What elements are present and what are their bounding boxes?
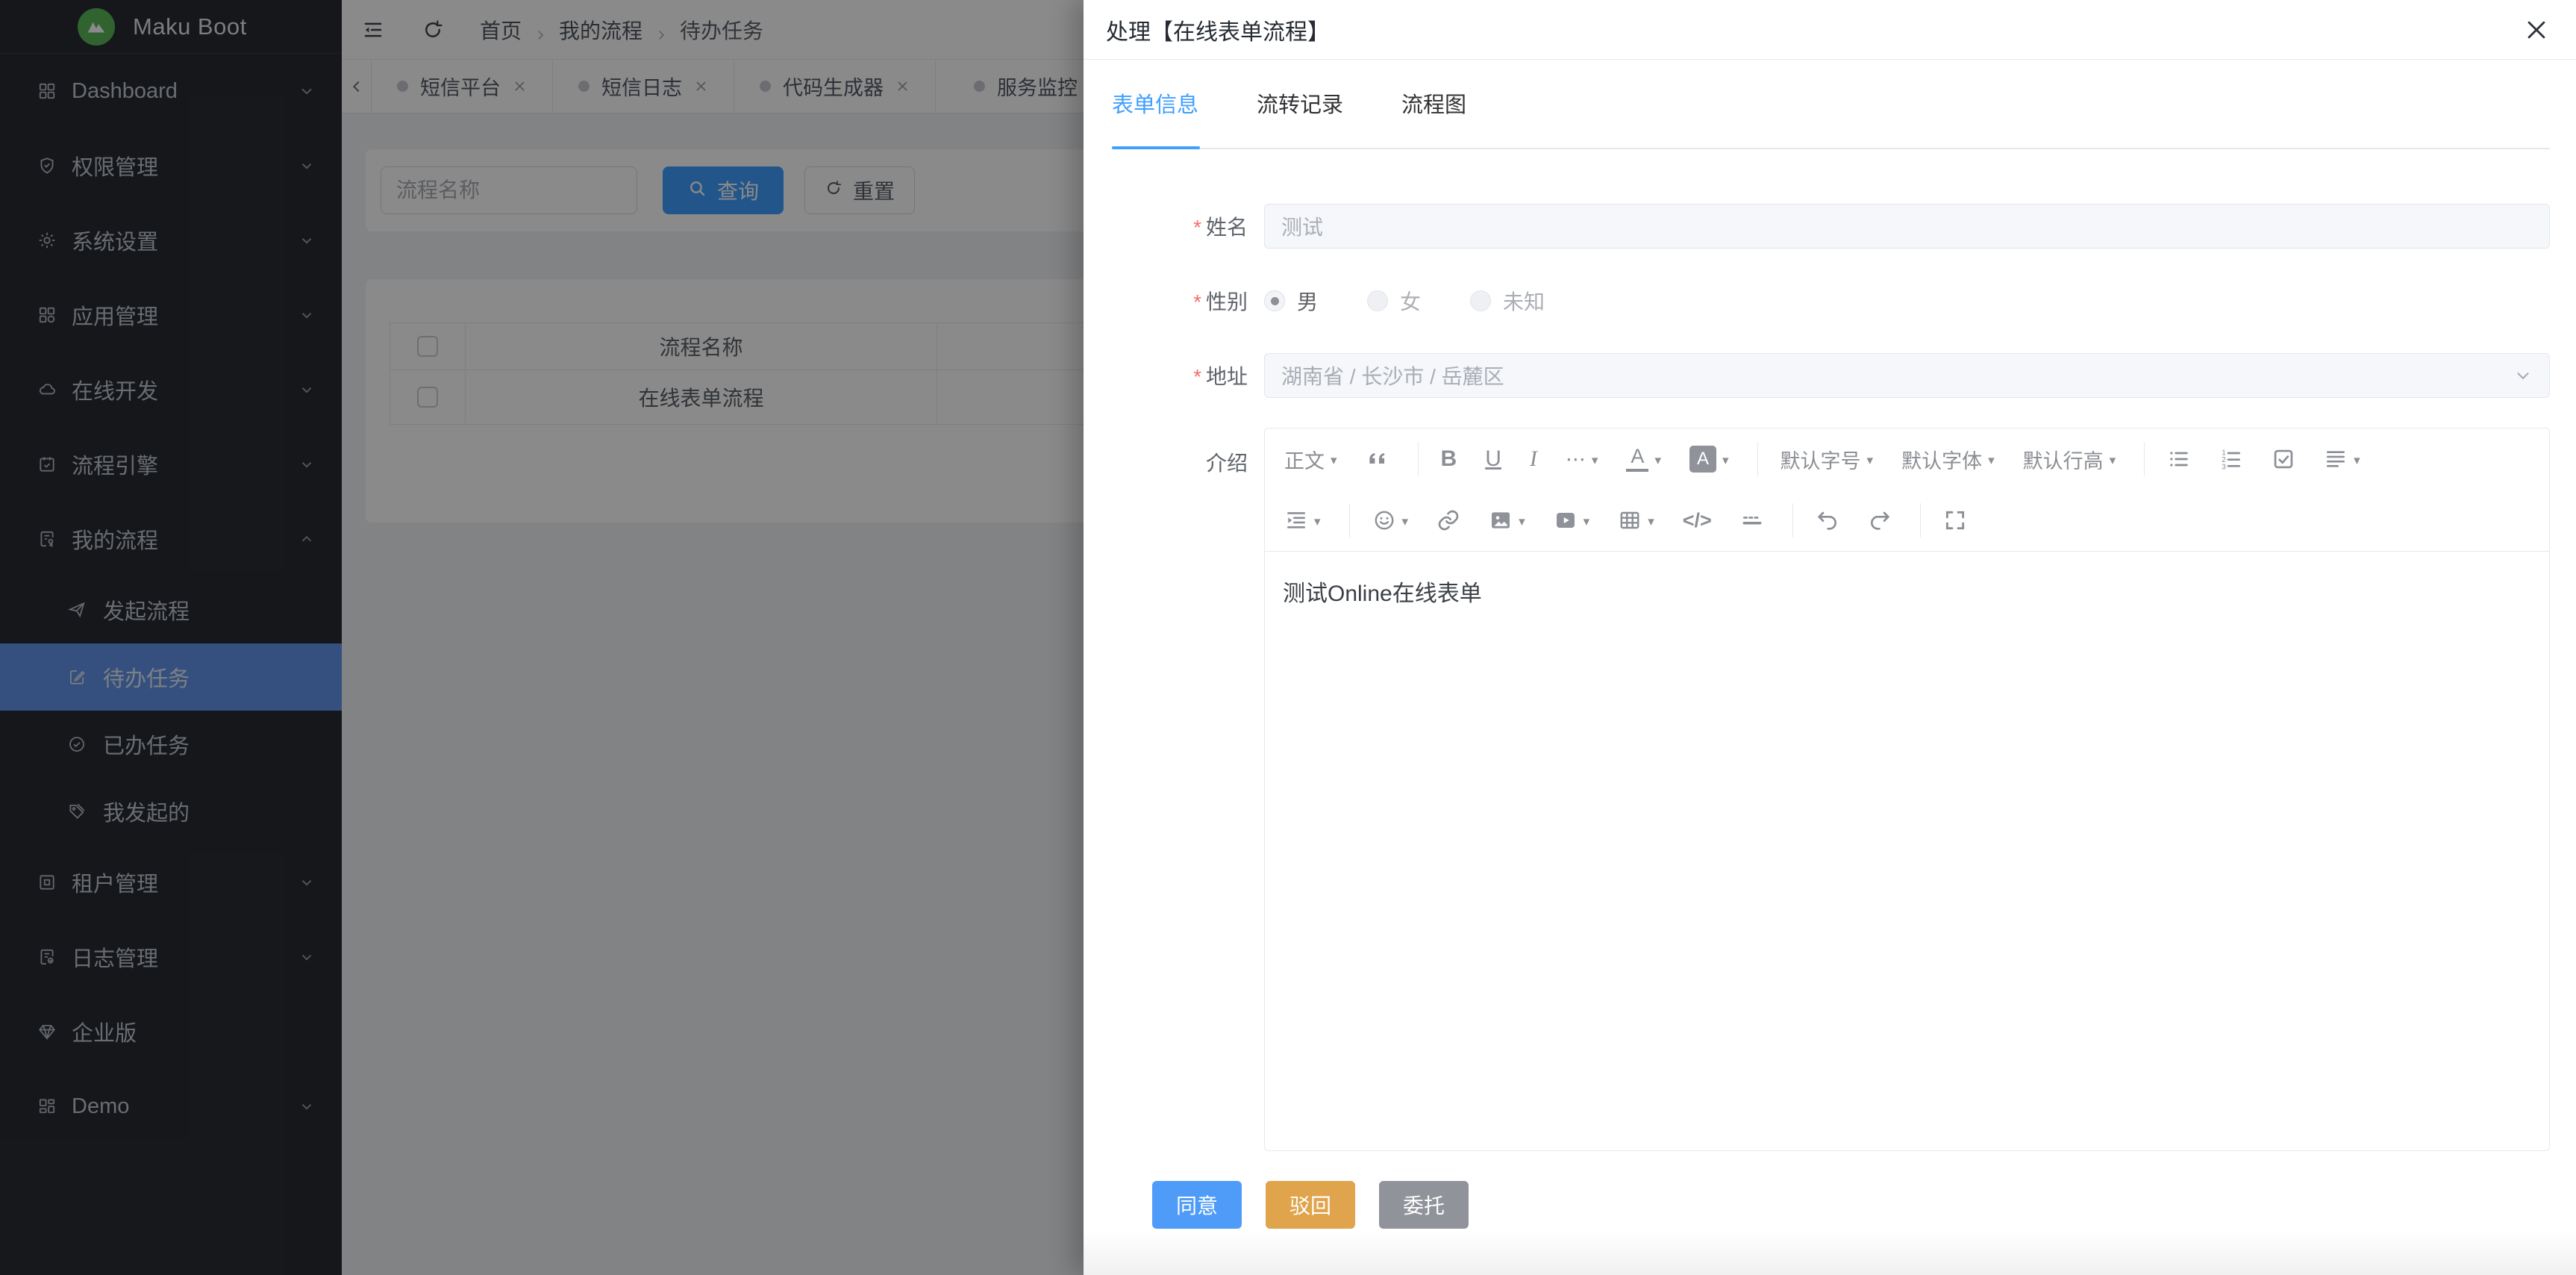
close-icon[interactable]	[2524, 17, 2549, 43]
tab-flow-diagram[interactable]: 流程图	[1401, 87, 1466, 122]
form-row-gender: *性别 男 女 未知	[1152, 278, 2550, 323]
drawer-bottom-fade	[1084, 1230, 2576, 1275]
approve-button[interactable]: 同意	[1152, 1181, 1242, 1229]
name-label: 姓名	[1206, 216, 1248, 239]
line-height-select[interactable]: 默认行高▾	[2023, 445, 2116, 474]
editor-toolbar: 正文▾ B U I ⋯▾ A▾ A▾ 默认字号▾ 默认字体▾	[1265, 428, 2549, 552]
required-asterisk: *	[1193, 290, 1201, 314]
blockquote-icon[interactable]	[1366, 447, 1389, 471]
editor-toolbar-row-1: 正文▾ B U I ⋯▾ A▾ A▾ 默认字号▾ 默认字体▾	[1265, 428, 2549, 490]
gender-label: 性别	[1206, 290, 1248, 314]
editor-text: 测试Online在线表单	[1283, 577, 2531, 611]
drawer-actions: 同意 驳回 委托	[1152, 1181, 2550, 1229]
drawer-title: 处理【在线表单流程】	[1106, 13, 1330, 46]
link-icon[interactable]	[1437, 508, 1460, 532]
video-icon[interactable]: ▾	[1554, 508, 1590, 532]
intro-label: 介绍	[1206, 452, 1248, 475]
drawer-body: *姓名 *性别 男 女 未知 *地址 湖南省 / 长沙市 / 岳麓区	[1084, 149, 2576, 1229]
underline-icon[interactable]: U	[1485, 446, 1501, 472]
bullet-list-icon[interactable]	[2167, 447, 2191, 471]
font-family-select[interactable]: 默认字体▾	[1901, 445, 1995, 474]
delegate-button[interactable]: 委托	[1379, 1181, 1469, 1229]
align-select-icon[interactable]: ▾	[2324, 447, 2360, 471]
bold-icon[interactable]: B	[1441, 446, 1457, 472]
radio-circle	[1470, 290, 1491, 311]
redo-icon[interactable]	[1868, 508, 1892, 532]
toolbar-separator	[1757, 442, 1758, 476]
svg-text:3: 3	[2222, 463, 2226, 471]
editor-content[interactable]: 测试Online在线表单	[1265, 552, 2549, 1150]
toolbar-separator	[1418, 442, 1419, 476]
address-select: 湖南省 / 长沙市 / 岳麓区	[1264, 353, 2550, 398]
emoji-icon[interactable]: ▾	[1372, 508, 1409, 532]
radio-female: 女	[1367, 286, 1421, 316]
image-icon[interactable]: ▾	[1489, 508, 1525, 532]
tab-form-info[interactable]: 表单信息	[1112, 87, 1198, 122]
undo-icon[interactable]	[1816, 508, 1839, 532]
form-row-address: *地址 湖南省 / 长沙市 / 岳麓区	[1152, 353, 2550, 398]
editor-toolbar-row-2: ▾ ▾ ▾ ▾ ▾ </>	[1265, 490, 2549, 551]
font-size-select[interactable]: 默认字号▾	[1781, 445, 1874, 474]
code-icon[interactable]: </>	[1683, 509, 1712, 532]
radio-unknown: 未知	[1470, 286, 1545, 316]
italic-icon[interactable]: I	[1530, 446, 1537, 472]
drawer-header: 处理【在线表单流程】	[1084, 0, 2576, 60]
name-field	[1264, 204, 2550, 249]
radio-male: 男	[1264, 286, 1318, 316]
reject-button[interactable]: 驳回	[1266, 1181, 1355, 1229]
toolbar-separator	[1349, 503, 1350, 537]
bg-color-icon[interactable]: A▾	[1689, 446, 1729, 473]
tab-flow-records[interactable]: 流转记录	[1257, 87, 1343, 122]
required-asterisk: *	[1193, 216, 1201, 239]
table-icon[interactable]: ▾	[1618, 508, 1654, 532]
drawer-tabs: 表单信息 流转记录 流程图	[1084, 60, 2576, 149]
todo-list-icon[interactable]	[2272, 447, 2295, 471]
rich-text-editor: 正文▾ B U I ⋯▾ A▾ A▾ 默认字号▾ 默认字体▾	[1264, 428, 2550, 1151]
gender-radio-group: 男 女 未知	[1264, 278, 2550, 323]
paragraph-style-select[interactable]: 正文▾	[1284, 445, 1337, 474]
radio-circle	[1264, 290, 1285, 311]
process-drawer: 处理【在线表单流程】 表单信息 流转记录 流程图 *姓名 *性别 男 女 未知	[1084, 0, 2576, 1275]
form-row-name: *姓名	[1152, 204, 2550, 249]
radio-circle	[1367, 290, 1388, 311]
form-row-intro: 介绍 正文▾ B U I ⋯▾ A▾ A▾	[1152, 428, 2550, 1151]
toolbar-separator	[1792, 503, 1793, 537]
address-label: 地址	[1206, 365, 1248, 388]
indent-select-icon[interactable]: ▾	[1284, 508, 1321, 532]
font-color-icon[interactable]: A▾	[1626, 446, 1661, 472]
fullscreen-icon[interactable]	[1943, 508, 1967, 532]
numbered-list-icon[interactable]: 123	[2219, 447, 2243, 471]
toolbar-separator	[1920, 503, 1921, 537]
divider-icon[interactable]	[1740, 508, 1764, 532]
address-value: 湖南省 / 长沙市 / 岳麓区	[1281, 361, 1504, 390]
app-root: Maku Boot Dashboard 权限管理 系统设置 应用管理	[0, 0, 2576, 1275]
chevron-down-icon	[2513, 366, 2533, 385]
toolbar-separator	[2144, 442, 2145, 476]
required-asterisk: *	[1193, 365, 1201, 388]
more-styles-icon[interactable]: ⋯▾	[1566, 448, 1598, 471]
